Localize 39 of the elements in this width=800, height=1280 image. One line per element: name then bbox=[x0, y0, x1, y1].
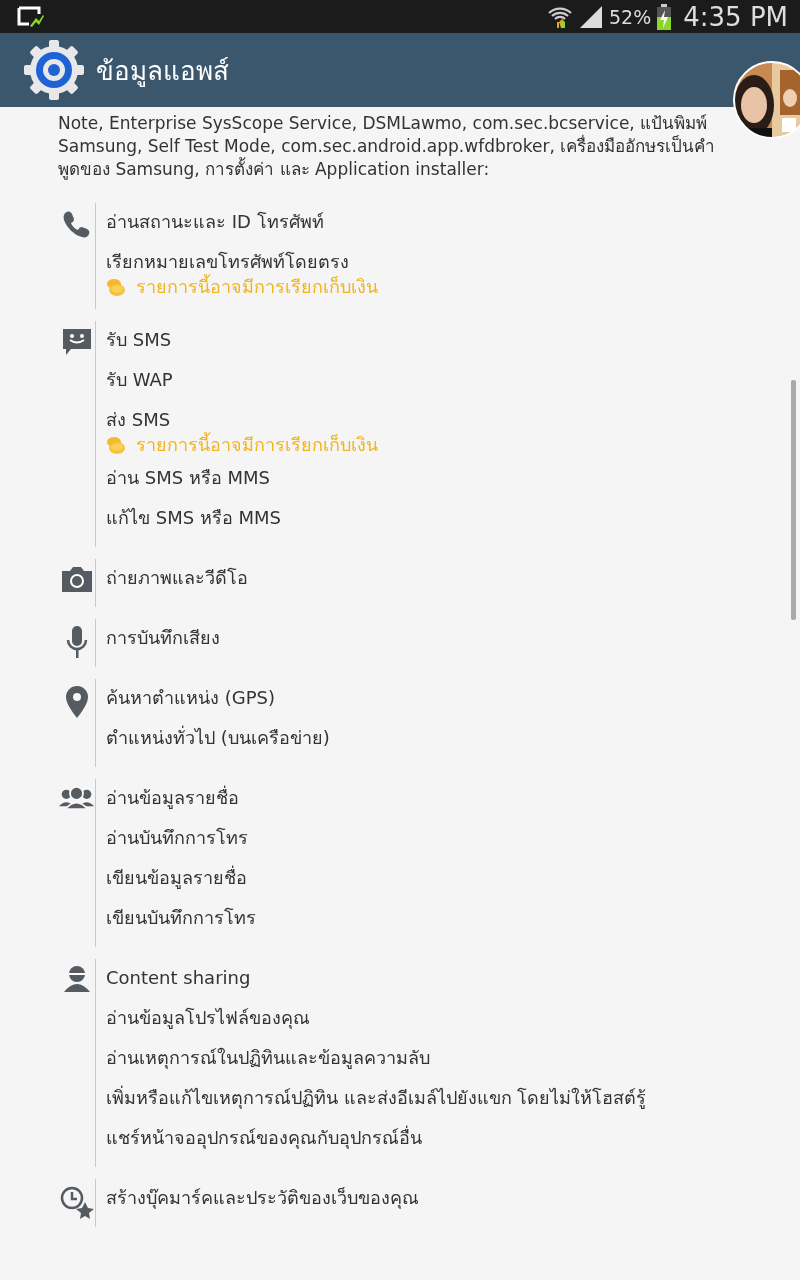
permission-label: การบันทึกเสียง bbox=[106, 626, 220, 650]
location-pin-icon bbox=[64, 685, 89, 719]
permission-label: อ่านบันทึกการโทร bbox=[106, 826, 249, 850]
permission-label: แก้ไข SMS หรือ MMS bbox=[106, 506, 283, 530]
permission-label: อ่านเหตุการณ์ในปฏิทินและข้อมูลความลับ bbox=[106, 1046, 431, 1070]
people-icon bbox=[58, 785, 95, 811]
apps-list-text: Note, Enterprise SysScope Service, DSMLawmo, com.sec.bcservice, แป้นพิมพ์ Samsung, Self Test Mode, com.sec.android.app.wfdbroker, เครื่องมืออักษรเป็นคำพูดของ Samsung, การตั้งค่า และ Application installer: bbox=[58, 112, 717, 181]
permission-label: ตำแหน่งทั่วไป (บนเครือข่าย) bbox=[106, 726, 330, 750]
clock-time: 4:35 PM bbox=[683, 1, 788, 32]
person-icon bbox=[62, 965, 91, 993]
permission-label: เขียนบันทึกการโทร bbox=[106, 906, 256, 930]
permission-label: ส่ง SMS bbox=[106, 408, 172, 432]
permission-label: Content sharing bbox=[106, 966, 252, 990]
chat-bubble-icon bbox=[60, 327, 93, 357]
permission-label: แชร์หน้าจออุปกรณ์ของคุณกับอุปกรณ์อื่น bbox=[106, 1126, 423, 1150]
settings-icon[interactable] bbox=[22, 38, 86, 102]
battery-charging-icon bbox=[657, 3, 672, 30]
microphone-icon bbox=[65, 625, 88, 659]
coins-icon bbox=[106, 435, 126, 455]
permission-label: รับ WAP bbox=[106, 368, 174, 392]
coins-icon bbox=[106, 277, 126, 297]
charge-warning: รายการนี้อาจมีการเรียกเก็บเงิน bbox=[136, 433, 378, 457]
permission-label: สร้างบุ๊คมาร์คและประวัติของเว็บของคุณ bbox=[106, 1186, 419, 1210]
clock-star-icon bbox=[58, 1185, 95, 1219]
charge-warning: รายการนี้อาจมีการเรียกเก็บเงิน bbox=[136, 275, 378, 299]
signal-icon bbox=[579, 4, 603, 29]
permission-label: อ่านสถานะและ ID โทรศัพท์ bbox=[106, 210, 325, 234]
permission-label: อ่าน SMS หรือ MMS bbox=[106, 466, 272, 490]
camera-icon bbox=[60, 565, 93, 593]
permission-label: อ่านข้อมูลรายชื่อ bbox=[106, 786, 240, 810]
permission-label: ถ่ายภาพและวีดีโอ bbox=[106, 566, 248, 590]
permission-label: เขียนข้อมูลรายชื่อ bbox=[106, 866, 248, 890]
battery-percent: 52% bbox=[609, 5, 652, 28]
app-bar-title: ข้อมูลแอพส์ bbox=[96, 54, 229, 89]
permission-label: เรียกหมายเลขโทรศัพท์โดยตรง bbox=[106, 250, 350, 274]
permission-label: อ่านข้อมูลโปรไฟล์ของคุณ bbox=[106, 1006, 311, 1030]
permission-label: ค้นหาตำแหน่ง (GPS) bbox=[106, 686, 276, 710]
permission-label: เพิ่มหรือแก้ไขเหตุการณ์ปฏิทิน และส่งอีเมล์ไปยังแขก โดยไม่ให้โฮสต์รู้ bbox=[106, 1086, 647, 1110]
permission-label: รับ SMS bbox=[106, 328, 173, 352]
